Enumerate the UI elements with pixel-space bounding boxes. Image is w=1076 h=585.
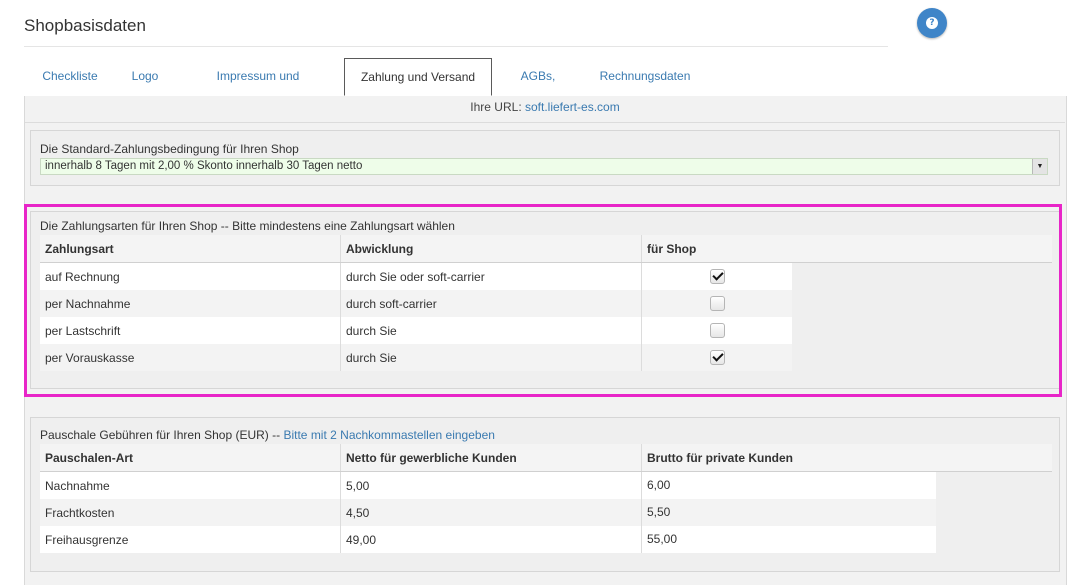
tab-impressum[interactable]: Impressum und Shoptyp xyxy=(179,58,337,120)
url-label: Ihre URL: xyxy=(470,100,522,114)
gross-cell: 5,50 xyxy=(641,499,1052,526)
gross-value-input[interactable]: 55,00 xyxy=(642,526,936,553)
shop-url-link[interactable]: soft.liefert-es.com xyxy=(525,100,620,114)
fee-type-cell: Nachnahme xyxy=(40,471,341,499)
payment-terms-value: innerhalb 8 Tagen mit 2,00 % Skonto inne… xyxy=(45,160,363,172)
empty-cell xyxy=(936,499,1052,526)
payment-terms-label: Die Standard-Zahlungsbedingung für Ihren… xyxy=(40,142,299,156)
table-row: Frachtkosten 4,50 5,50 xyxy=(40,499,1052,526)
dropdown-arrow-icon[interactable]: ▼ xyxy=(1032,159,1047,174)
table-row: Nachnahme 5,00 6,00 xyxy=(40,471,1052,499)
url-divider xyxy=(25,122,1065,123)
fee-type-cell: Frachtkosten xyxy=(40,499,341,526)
tab-zahlung-und-versand[interactable]: Zahlung und Versand xyxy=(344,58,492,96)
highlight-frame xyxy=(24,204,1062,397)
fees-label: Pauschale Gebühren für Ihren Shop (EUR) … xyxy=(40,428,495,442)
gross-value-input[interactable]: 6,00 xyxy=(642,472,936,499)
gross-cell: 6,00 xyxy=(641,471,1052,499)
table-row: Freihausgrenze 49,00 55,00 xyxy=(40,526,1052,553)
tab-rechnungsdaten[interactable]: Rechnungsdaten xyxy=(584,58,706,95)
tab-checkliste[interactable]: Checkliste xyxy=(26,58,114,95)
tab-bar: Checkliste Logo Impressum und Shoptyp Za… xyxy=(24,58,1065,120)
column-header-netto: Netto für gewerbliche Kunden xyxy=(340,444,642,472)
net-value-input[interactable]: 5,00 xyxy=(340,471,642,499)
title-divider xyxy=(24,46,888,47)
net-value-input[interactable]: 49,00 xyxy=(340,526,642,553)
payment-terms-select[interactable]: innerhalb 8 Tagen mit 2,00 % Skonto inne… xyxy=(40,158,1048,175)
net-value-input[interactable]: 4,50 xyxy=(340,499,642,526)
gross-value-input[interactable]: 5,50 xyxy=(642,499,936,526)
help-button[interactable]: ? xyxy=(917,8,947,38)
tab-agbs[interactable]: AGBs, etc xyxy=(498,58,578,120)
empty-cell xyxy=(936,526,1052,553)
gross-cell: 55,00 xyxy=(641,526,1052,553)
column-header-brutto: Brutto für private Kunden xyxy=(641,444,1052,472)
fees-hint: Bitte mit 2 Nachkommastellen eingeben xyxy=(283,428,495,442)
empty-cell xyxy=(936,472,1052,499)
fees-table: Pauschalen-Art Netto für gewerbliche Kun… xyxy=(40,444,1052,553)
page-title: Shopbasisdaten xyxy=(24,16,146,35)
shop-url-line: Ihre URL: soft.liefert-es.com xyxy=(0,100,1076,114)
fees-label-text: Pauschale Gebühren für Ihren Shop (EUR) … xyxy=(40,428,281,442)
question-circle-icon: ? xyxy=(926,17,938,29)
fee-type-cell: Freihausgrenze xyxy=(40,526,341,553)
tab-logo[interactable]: Logo xyxy=(116,58,174,95)
column-header-pauschalen-art: Pauschalen-Art xyxy=(40,444,341,472)
